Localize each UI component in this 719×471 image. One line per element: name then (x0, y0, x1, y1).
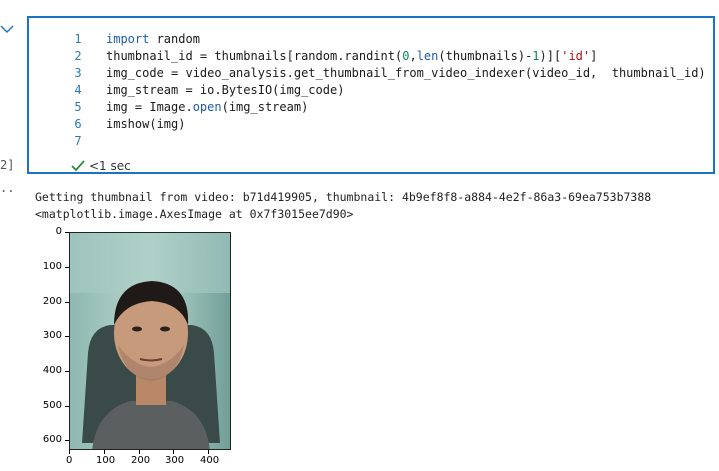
line-number: 4 (74, 83, 82, 97)
x-tick-label: 200 (131, 455, 151, 466)
line-number: 5 (74, 100, 82, 114)
code-number: 1 (532, 49, 540, 63)
code-text: )][ (539, 49, 562, 63)
code-line-5[interactable]: img = Image.open(img_stream) (106, 99, 308, 116)
code-text: , (409, 49, 417, 63)
code-text: random (149, 32, 200, 46)
checkmark-icon (71, 160, 85, 172)
y-tick-label: 400 (42, 365, 62, 376)
execution-time: <1 sec (89, 159, 131, 173)
code-line-1[interactable]: import random (106, 31, 200, 48)
line-number: 2 (74, 49, 82, 63)
line-number: 3 (74, 66, 82, 80)
y-tick-label: 600 (42, 434, 62, 445)
y-tick-label: 200 (42, 296, 62, 307)
code-line-2[interactable]: thumbnail_id = thumbnails[random.randint… (106, 48, 597, 65)
code-method: open (192, 100, 222, 114)
x-tick-label: 100 (96, 455, 116, 466)
y-tick-mark (65, 440, 69, 441)
code-cell[interactable]: 1 2 3 4 5 6 7 import random thumbnail_id… (27, 16, 715, 174)
y-tick-mark (65, 267, 69, 268)
code-text: (thumbnails)- (438, 49, 533, 63)
code-text: thumbnail_id = thumbnails[random.randint… (106, 49, 403, 63)
execution-status: <1 sec (71, 158, 131, 174)
code-keyword: import (106, 32, 150, 46)
code-builtin: len (416, 49, 439, 63)
chevron-down-icon[interactable] (0, 22, 14, 36)
y-tick-label: 100 (42, 261, 62, 272)
x-tick-mark (208, 450, 209, 454)
y-tick-label: 0 (55, 226, 62, 237)
y-tick-mark (65, 406, 69, 407)
line-number: 1 (74, 32, 82, 46)
code-line-6[interactable]: imshow(img) (106, 116, 185, 133)
output-line-2: <matplotlib.image.AxesImage at 0x7f3015e… (35, 207, 354, 221)
execution-count: 2] (0, 158, 15, 172)
x-tick-mark (104, 450, 105, 454)
y-tick-mark (65, 336, 69, 337)
y-tick-mark (65, 371, 69, 372)
line-number: 6 (74, 117, 82, 131)
code-text: (img_stream) (221, 100, 309, 114)
x-tick-mark (69, 450, 70, 454)
x-tick-mark (139, 450, 140, 454)
code-string: 'id' (561, 49, 591, 63)
y-tick-mark (65, 302, 69, 303)
x-tick-label: 300 (165, 455, 185, 466)
y-tick-label: 500 (42, 400, 62, 411)
x-tick-label: 0 (66, 455, 73, 466)
code-line-3[interactable]: img_code = video_analysis.get_thumbnail_… (106, 65, 706, 82)
code-text: ] (590, 49, 598, 63)
y-tick-label: 300 (42, 330, 62, 341)
x-tick-mark (173, 450, 174, 454)
x-tick-label: 400 (200, 455, 220, 466)
code-line-4[interactable]: img_stream = io.BytesIO(img_code) (106, 82, 344, 99)
output-line-1: Getting thumbnail from video: b71d419905… (35, 190, 652, 204)
code-text: img = Image. (106, 100, 193, 114)
portrait-photo-icon (70, 233, 230, 449)
line-number: 7 (74, 134, 82, 148)
output-prompt: .. (0, 181, 15, 195)
y-tick-mark (65, 232, 69, 233)
plot-image (69, 232, 231, 450)
